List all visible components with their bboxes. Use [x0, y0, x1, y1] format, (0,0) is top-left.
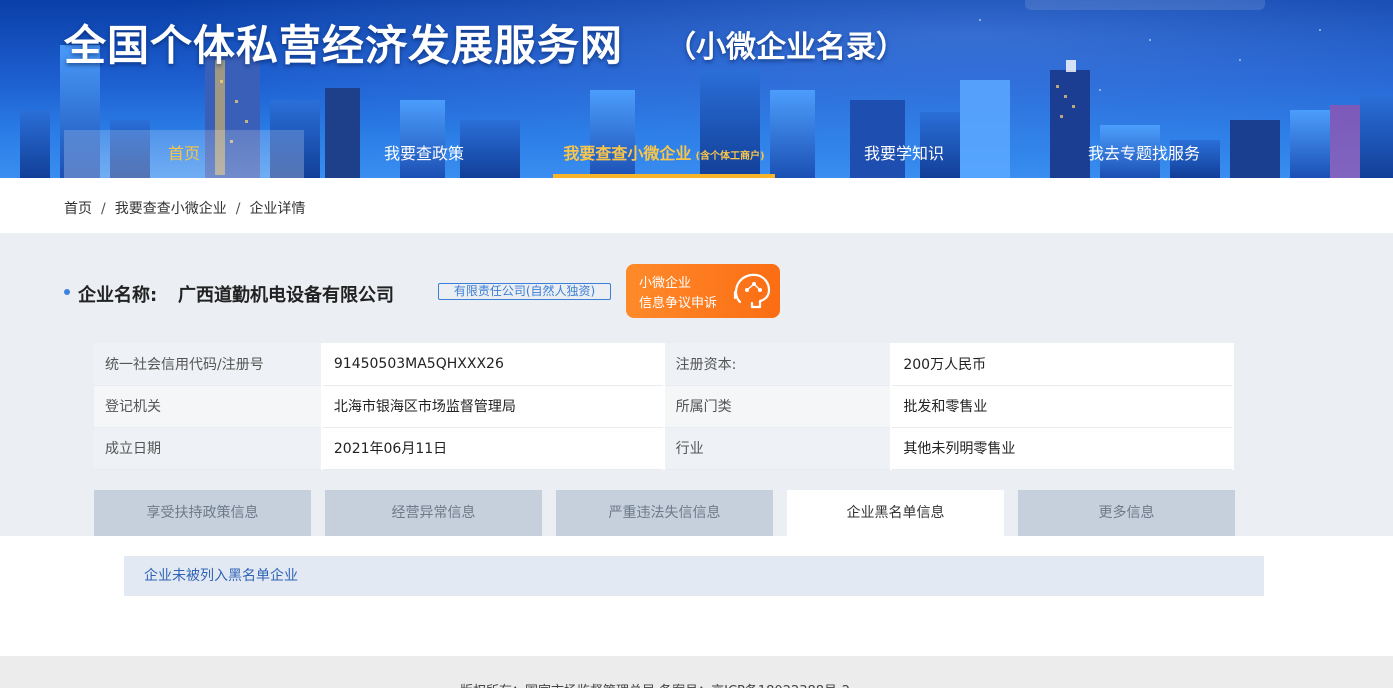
breadcrumb-small-business[interactable]: 我要查查小微企业	[115, 198, 227, 218]
appeal-button-line1: 小微企业	[639, 276, 692, 291]
nav-item-label: 我要查政策	[383, 144, 464, 163]
breadcrumb-home[interactable]: 首页	[64, 198, 92, 218]
bullet-dot-icon	[64, 289, 70, 295]
company-name: 广西道勤机电设备有限公司	[178, 285, 394, 306]
breadcrumb-separator: /	[235, 201, 241, 217]
info-value: 200万人民币	[891, 343, 1234, 386]
company-type-badge: 有限责任公司(自然人独资)	[438, 283, 611, 300]
footer-copyright: 版权所有：国家市场监督管理总局 备案号：京ICP备18022388号-2	[460, 680, 850, 688]
info-value: 批发和零售业	[891, 385, 1234, 428]
breadcrumb-current: 企业详情	[249, 201, 306, 217]
breadcrumb: 首页 / 我要查查小微企业 / 企业详情	[64, 198, 305, 218]
company-info-table: 统一社会信用代码/注册号 91450503MA5QHXXX26 注册资本: 20…	[94, 343, 1234, 470]
table-row: 统一社会信用代码/注册号 91450503MA5QHXXX26 注册资本: 20…	[94, 343, 1234, 386]
appeal-button-line2: 信息争议申诉	[639, 296, 718, 311]
header-banner: 全国个体私营经济发展服务网 （小微企业名录） 首页 我要查政策 我要查查小微企业…	[0, 0, 1393, 178]
blacklist-status-notice: 企业未被列入黑名单企业	[124, 556, 1264, 596]
info-key: 注册资本:	[663, 343, 893, 386]
nav-item-label: 首页	[167, 144, 200, 163]
headset-person-icon	[733, 273, 771, 309]
table-row: 成立日期 2021年06月11日 行业 其他未列明零售业	[94, 427, 1234, 470]
info-appeal-button[interactable]: 小微企业 信息争议申诉	[626, 264, 780, 318]
info-key: 登记机关	[94, 385, 323, 428]
tab-serious-violation[interactable]: 严重违法失信信息	[556, 490, 773, 536]
tab-support-policy[interactable]: 享受扶持政策信息	[94, 490, 311, 536]
nav-item-suffix: (含个体工商户)	[695, 151, 765, 162]
info-key: 成立日期	[94, 427, 323, 470]
nav-item-label: 我去专题找服务	[1087, 144, 1200, 163]
info-value: 2021年06月11日	[321, 427, 665, 470]
footer: 版权所有：国家市场监督管理总局 备案号：京ICP备18022388号-2	[0, 656, 1393, 688]
tab-blacklist[interactable]: 企业黑名单信息	[787, 490, 1004, 536]
info-value: 北海市银海区市场监督管理局	[321, 385, 665, 428]
nav-item-policy[interactable]: 我要查政策	[304, 130, 544, 178]
info-value: 其他未列明零售业	[891, 427, 1234, 470]
company-name-label: 企业名称:	[78, 285, 158, 306]
tab-abnormal-operation[interactable]: 经营异常信息	[325, 490, 542, 536]
tab-more-info[interactable]: 更多信息	[1018, 490, 1235, 536]
table-row: 登记机关 北海市银海区市场监督管理局 所属门类 批发和零售业	[94, 385, 1234, 428]
nav-item-knowledge[interactable]: 我要学知识	[784, 130, 1024, 178]
nav-item-label: 我要查查小微企业	[563, 144, 692, 163]
company-header: 企业名称: 广西道勤机电设备有限公司 有限责任公司(自然人独资) 小微企业 信息…	[64, 264, 964, 318]
info-value: 91450503MA5QHXXX26	[321, 343, 665, 386]
nav-item-services[interactable]: 我去专题找服务	[1024, 130, 1264, 178]
main-nav: 首页 我要查政策 我要查查小微企业 (含个体工商户) 我要学知识 我去专题找服务	[64, 130, 1264, 178]
info-tabs: 享受扶持政策信息 经营异常信息 严重违法失信信息 企业黑名单信息 更多信息	[94, 490, 1235, 536]
info-key: 统一社会信用代码/注册号	[94, 343, 323, 386]
breadcrumb-separator: /	[101, 201, 106, 217]
info-key: 所属门类	[663, 385, 893, 428]
nav-item-label: 我要学知识	[863, 144, 944, 163]
info-key: 行业	[663, 427, 893, 470]
site-title: 全国个体私营经济发展服务网	[64, 21, 624, 70]
nav-item-small-business[interactable]: 我要查查小微企业 (含个体工商户)	[553, 130, 775, 178]
nav-item-home[interactable]: 首页	[64, 130, 304, 178]
site-subtitle: （小微企业名录）	[666, 30, 906, 65]
